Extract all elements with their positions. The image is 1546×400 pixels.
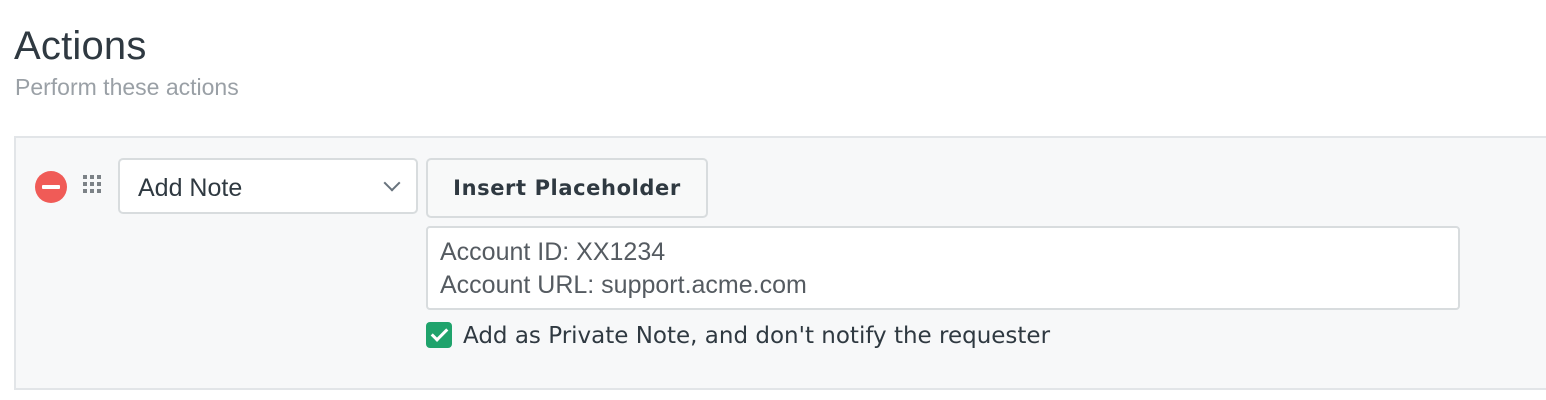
chevron-down-icon [383, 174, 401, 192]
action-type-value: Add Note [138, 174, 243, 202]
private-note-checkbox[interactable] [426, 322, 452, 348]
note-line: Account URL: support.acme.com [440, 271, 807, 299]
note-line: Account ID: XX1234 [440, 238, 666, 266]
grip-dots-icon[interactable] [83, 175, 105, 197]
section-subtitle: Perform these actions [15, 74, 239, 100]
note-textarea[interactable]: Account ID: XX1234 Account URL: support.… [426, 226, 1460, 310]
private-note-label[interactable]: Add as Private Note, and don't notify th… [463, 320, 1050, 352]
remove-action-button[interactable] [35, 171, 67, 203]
insert-placeholder-button[interactable]: Insert Placeholder [426, 158, 708, 218]
action-type-select[interactable]: Add Note [118, 158, 418, 214]
section-title: Actions [14, 24, 147, 68]
